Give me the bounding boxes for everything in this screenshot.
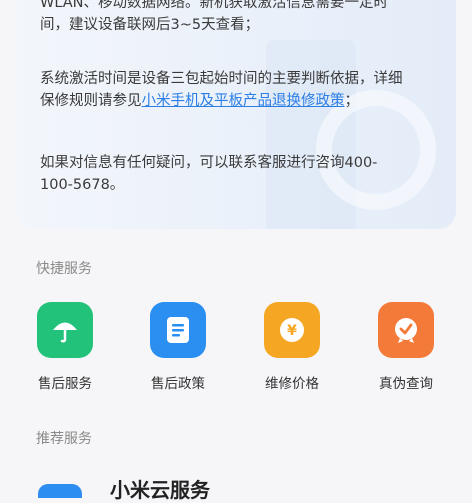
quick-services-title: 快捷服务 — [36, 261, 92, 277]
service-label: 售后政策 — [151, 376, 205, 392]
service-label: 真伪查询 — [379, 376, 433, 392]
cloud-service-icon[interactable] — [38, 484, 82, 498]
service-label: 售后服务 — [38, 376, 92, 392]
recommended-services-title: 推荐服务 — [36, 431, 92, 447]
service-label: 维修价格 — [265, 376, 319, 392]
service-after-sales[interactable]: 售后服务 — [15, 302, 115, 392]
svg-text:¥: ¥ — [287, 323, 297, 339]
device-info-card: WLAN、移动数据网络。新机获取激活信息需要一定时间，建议设备联网后3~5天查看… — [16, 0, 456, 229]
policy-link[interactable]: 小米手机及平板产品退换修政策 — [142, 93, 345, 109]
info-paragraph-activation: 系统激活时间是设备三包起始时间的主要判断依据，详细保修规则请参见小米手机及平板产… — [40, 71, 403, 109]
service-repair-price[interactable]: ¥ 维修价格 — [242, 302, 342, 392]
service-policy[interactable]: 售后政策 — [128, 302, 228, 392]
yuan-coin-icon: ¥ — [264, 302, 320, 358]
check-badge-icon — [378, 302, 434, 358]
service-authenticity[interactable]: 真伪查询 — [356, 302, 456, 392]
recommended-item-title[interactable]: 小米云服务 — [110, 474, 210, 503]
info-paragraph-network: WLAN、移动数据网络。新机获取激活信息需要一定时间，建议设备联网后3~5天查看… — [40, 0, 389, 33]
umbrella-icon — [37, 302, 93, 358]
document-icon — [150, 302, 206, 358]
info-paragraph-contact: 如果对信息有任何疑问，可以联系客服进行咨询400-100-5678。 — [40, 155, 378, 193]
